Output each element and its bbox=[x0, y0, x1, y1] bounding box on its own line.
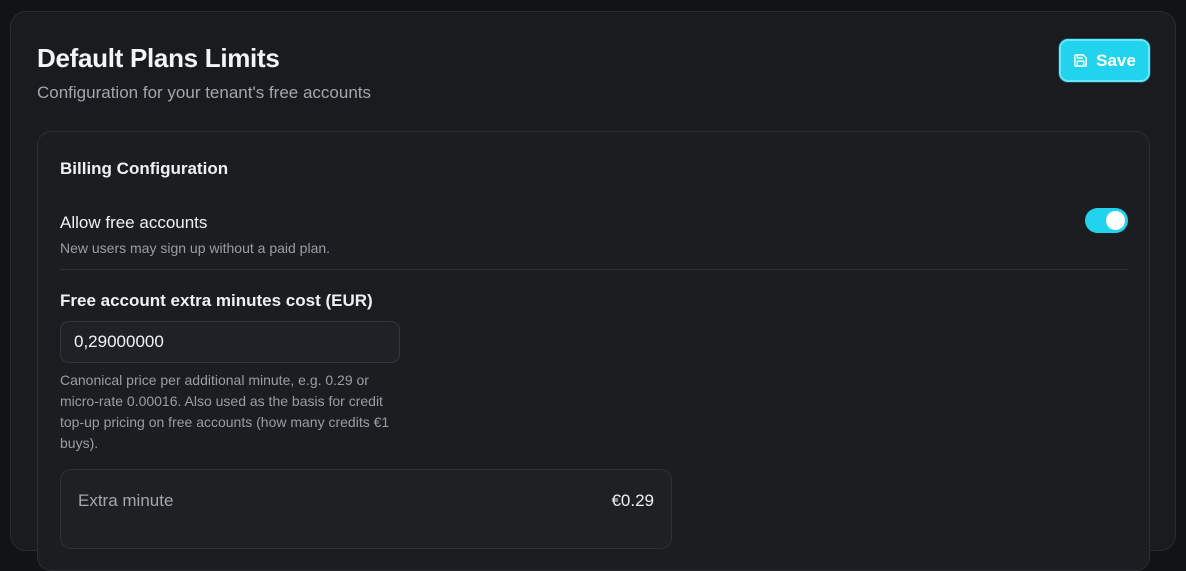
divider bbox=[60, 269, 1128, 270]
toggle-knob bbox=[1106, 211, 1125, 230]
extra-minutes-cost-label: Free account extra minutes cost (EUR) bbox=[60, 291, 373, 310]
allow-free-accounts-description: New users may sign up without a paid pla… bbox=[60, 240, 331, 256]
default-plans-limits-card: Default Plans Limits Configuration for y… bbox=[10, 11, 1176, 571]
billing-configuration-section: Billing Configuration Allow free account… bbox=[37, 131, 1150, 571]
section-title: Billing Configuration bbox=[60, 159, 229, 178]
page-title: Default Plans Limits bbox=[37, 43, 280, 73]
extra-minute-preview: Extra minute €0.29 bbox=[60, 469, 672, 549]
save-button[interactable]: Save bbox=[1059, 39, 1150, 82]
page-subtitle: Configuration for your tenant's free acc… bbox=[37, 83, 371, 102]
allow-free-accounts-label: Allow free accounts bbox=[60, 213, 208, 232]
save-icon bbox=[1074, 54, 1088, 67]
allow-free-accounts-toggle[interactable] bbox=[1085, 208, 1128, 233]
preview-value: €0.29 bbox=[611, 491, 654, 510]
extra-minutes-cost-input[interactable] bbox=[60, 321, 400, 363]
extra-minutes-cost-help: Canonical price per additional minute, e… bbox=[60, 372, 390, 451]
preview-label: Extra minute bbox=[78, 491, 174, 510]
save-button-label: Save bbox=[1096, 50, 1136, 70]
